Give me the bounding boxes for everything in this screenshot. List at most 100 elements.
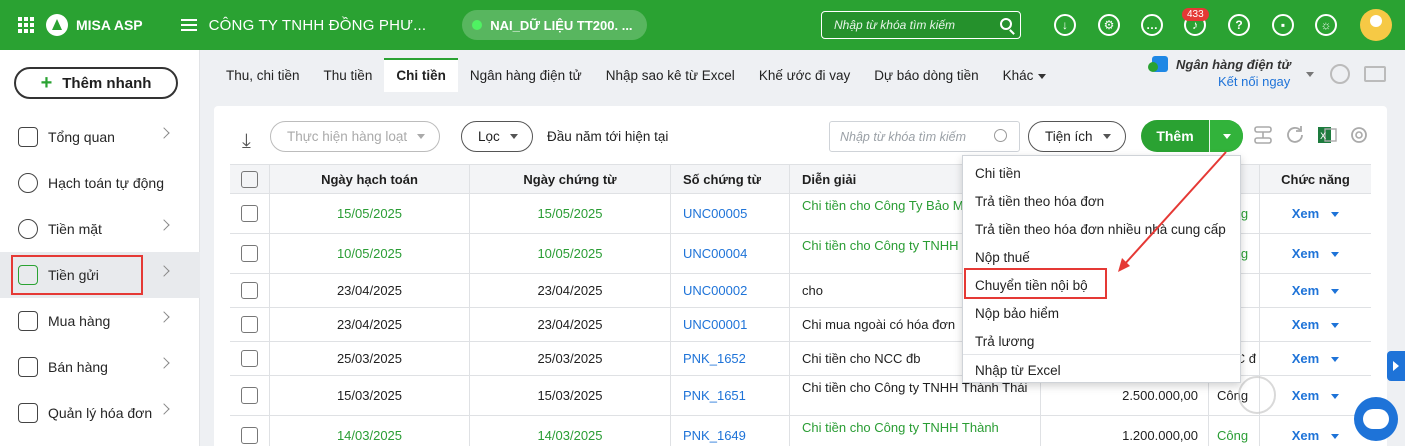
view-button[interactable]: Xem (1292, 351, 1340, 366)
caret-down-icon[interactable] (1331, 289, 1340, 295)
caret-down-icon[interactable] (1331, 323, 1340, 329)
list-view-icon[interactable] (1364, 66, 1386, 82)
row-checkbox[interactable] (241, 245, 258, 262)
sidebar-item-auto-accounting[interactable]: Hạch toán tự động (0, 160, 200, 206)
menu-item-import-excel[interactable]: Nhập từ Excel (963, 356, 1242, 384)
row-checkbox[interactable] (241, 350, 258, 367)
assistant-bot-icon[interactable] (1354, 397, 1398, 441)
view-button[interactable]: Xem (1292, 206, 1340, 221)
help-icon[interactable]: ? (1228, 14, 1250, 36)
gear-icon[interactable] (1348, 124, 1370, 146)
doc-number-link[interactable]: UNC00002 (671, 274, 790, 307)
module-tabs: Thu, chi tiền Thu tiền Chi tiền Ngân hàn… (214, 58, 1058, 92)
tab-import-statement[interactable]: Nhập sao kê từ Excel (594, 58, 747, 92)
database-selector[interactable]: NAI_DỮ LIỆU TT200. ... (462, 10, 647, 40)
header-doc-number[interactable]: Số chứng từ (671, 165, 790, 193)
row-checkbox[interactable] (241, 205, 258, 222)
row-checkbox[interactable] (241, 282, 258, 299)
sidebar-item-cash[interactable]: Tiền mặt (0, 206, 200, 252)
refresh-icon[interactable] (1284, 124, 1306, 146)
doc-number-link[interactable]: UNC00004 (671, 234, 790, 273)
row-checkbox[interactable] (241, 387, 258, 404)
doc-number-link[interactable]: UNC00001 (671, 308, 790, 341)
header-posting-date[interactable]: Ngày hạch toán (270, 165, 470, 193)
menu-icon[interactable] (180, 16, 197, 34)
tab-receipts-payments[interactable]: Thu, chi tiền (214, 58, 312, 92)
caret-down-icon[interactable] (1331, 434, 1340, 440)
tab-more[interactable]: Khác (991, 58, 1059, 92)
e-banking-title: Ngân hàng điện tử (1176, 56, 1291, 72)
utilities-label: Tiện ích (1045, 129, 1093, 144)
date-range-label[interactable]: Đầu năm tới hiện tại (547, 129, 668, 144)
user-avatar[interactable] (1360, 9, 1392, 41)
menu-item-pay-by-invoice[interactable]: Trả tiền theo hóa đơn (963, 187, 1242, 215)
search-icon (994, 129, 1007, 142)
view-button[interactable]: Xem (1292, 317, 1340, 332)
database-name: NAI_DỮ LIỆU TT200. ... (490, 17, 633, 33)
caret-down-icon[interactable] (1331, 212, 1340, 218)
settings-icon[interactable] (1330, 64, 1350, 84)
expand-panel-button[interactable] (1387, 351, 1405, 381)
column-settings-icon[interactable] (1252, 124, 1274, 146)
excel-export-icon[interactable]: X (1316, 124, 1338, 146)
utilities-button[interactable]: Tiện ích (1028, 121, 1126, 152)
chat-icon[interactable]: … (1141, 14, 1163, 36)
doc-number-link[interactable]: PNK_1651 (671, 376, 790, 415)
connect-now-link[interactable]: Kết nối ngay (1218, 74, 1312, 89)
company-name[interactable]: CÔNG TY TNHH ĐỒNG PHƯ... (209, 17, 427, 34)
caret-down-icon (1038, 73, 1047, 79)
menu-item-payment[interactable]: Chi tiền (963, 159, 1242, 187)
doc-number-link[interactable]: UNC00005 (671, 194, 790, 233)
batch-action-button[interactable]: Thực hiện hàng loạt (270, 121, 441, 152)
header-doc-date[interactable]: Ngày chứng từ (470, 165, 671, 193)
actions-cell: Xem (1260, 194, 1371, 233)
dashboard-icon (18, 127, 38, 147)
view-button[interactable]: Xem (1292, 388, 1340, 403)
sidebar-item-overview[interactable]: Tổng quan (0, 114, 200, 160)
misa-logo-icon (46, 14, 68, 36)
menu-item-pay-tax[interactable]: Nộp thuế (963, 243, 1242, 271)
e-banking-logo-icon (1148, 56, 1168, 72)
filter-button[interactable]: Lọc (461, 121, 533, 152)
menu-item-pay-salary[interactable]: Trả lương (963, 327, 1242, 355)
sidebar-item-purchase[interactable]: Mua hàng (0, 298, 200, 344)
tab-payments[interactable]: Chi tiền (384, 58, 458, 92)
menu-item-pay-multiple-suppliers[interactable]: Trả tiền theo hóa đơn nhiều nhà cung cấp (963, 215, 1242, 243)
add-button[interactable]: Thêm (1141, 120, 1243, 152)
tab-receipts[interactable]: Thu tiền (312, 58, 385, 92)
content-search-input[interactable]: Nhập từ khóa tìm kiếm (829, 121, 1020, 152)
tab-cashflow-forecast[interactable]: Dự báo dòng tiền (862, 58, 990, 92)
doc-number-link[interactable]: PNK_1649 (671, 416, 790, 446)
caret-down-icon (1222, 133, 1231, 139)
download-icon[interactable]: ↓ (1054, 14, 1076, 36)
sidebar-item-label: Tiền mặt (48, 221, 102, 237)
caret-down-icon[interactable] (1306, 72, 1314, 77)
row-checkbox[interactable] (241, 427, 258, 444)
app-grid-icon[interactable] (18, 17, 34, 33)
view-button[interactable]: Xem (1292, 283, 1340, 298)
quick-add-button[interactable]: + Thêm nhanh (14, 67, 178, 99)
lock-icon[interactable]: ▪ (1272, 14, 1294, 36)
caret-down-icon[interactable] (1331, 357, 1340, 363)
tab-e-banking[interactable]: Ngân hàng điện tử (458, 58, 594, 92)
caret-down-icon[interactable] (1331, 252, 1340, 258)
add-dropdown-toggle[interactable] (1209, 120, 1243, 152)
posting-date-cell: 15/05/2025 (270, 194, 470, 233)
menu-item-pay-insurance[interactable]: Nộp bảo hiểm (963, 299, 1242, 327)
settings-gear-icon[interactable]: ⚙ (1098, 14, 1120, 36)
tab-loan-contracts[interactable]: Khế ước đi vay (747, 58, 862, 92)
view-button[interactable]: Xem (1292, 428, 1340, 443)
select-all-checkbox[interactable] (241, 170, 258, 188)
sidebar-item-sales[interactable]: Bán hàng (0, 344, 200, 390)
caret-down-icon[interactable] (1331, 394, 1340, 400)
sidebar-item-invoices[interactable]: Quản lý hóa đơn (0, 390, 200, 436)
row-checkbox[interactable] (241, 316, 258, 333)
doc-number-link[interactable]: PNK_1652 (671, 342, 790, 375)
posting-date-cell: 25/03/2025 (270, 342, 470, 375)
sidebar-item-bank-deposit[interactable]: Tiền gửi (0, 252, 200, 298)
sort-arrow-icon[interactable]: ⤓ (242, 130, 251, 153)
table-row[interactable]: 14/03/2025 14/03/2025 PNK_1649 Chi tiền cho… (230, 416, 1371, 446)
news-icon[interactable]: ☼ (1315, 14, 1337, 36)
global-search-input[interactable]: Nhập từ khóa tìm kiếm (821, 11, 1021, 39)
view-button[interactable]: Xem (1292, 246, 1340, 261)
